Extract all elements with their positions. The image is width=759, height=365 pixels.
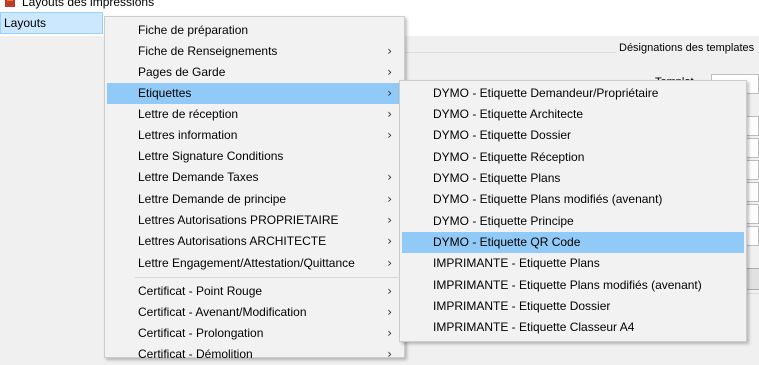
menu-item-label: IMPRIMANTE - Etiquette Classeur A4: [433, 320, 635, 334]
menu-item-label: IMPRIMANTE - Etiquette Plans: [433, 256, 600, 270]
menu-item-lettre-reception[interactable]: Lettre de réception ›: [107, 104, 402, 125]
chevron-right-icon: ›: [387, 86, 392, 100]
chevron-right-icon: ›: [387, 44, 392, 58]
menu-item-label: Lettre de réception: [138, 107, 239, 121]
menu-item-label: Lettres information: [138, 128, 238, 142]
submenu-item-dymo-reception[interactable]: DYMO - Etiquette Réception: [402, 147, 744, 168]
menu-item-label: Certificat - Prolongation: [138, 326, 264, 340]
menu-item-label: Etiquettes: [138, 86, 192, 100]
menu-item-certificat-avenant[interactable]: Certificat - Avenant/Modification ›: [107, 302, 402, 323]
chevron-right-icon: ›: [387, 107, 392, 121]
menu-item-certificat-prolongation[interactable]: Certificat - Prolongation ›: [107, 323, 402, 344]
submenu-item-imprimante-classeur-a4[interactable]: IMPRIMANTE - Etiquette Classeur A4: [402, 317, 744, 338]
etiquettes-submenu: DYMO - Etiquette Demandeur/Propriétaire …: [399, 80, 747, 342]
menu-layouts-francais[interactable]: Layouts (Français): [0, 12, 103, 50]
menu-item-label: Lettre Demande Taxes: [138, 170, 259, 184]
menu-item-label: DYMO - Etiquette Dossier: [433, 128, 572, 142]
menu-item-lettres-information[interactable]: Lettres information ›: [107, 125, 402, 146]
menu-item-label: DYMO - Etiquette Demandeur/Propriétaire: [433, 86, 659, 100]
menu-item-autorisations-proprietaire[interactable]: Lettres Autorisations PROPRIETAIRE ›: [107, 210, 402, 231]
menu-item-label: Lettres Autorisations ARCHITECTE: [138, 234, 327, 248]
chevron-right-icon: ›: [387, 192, 392, 206]
menu-item-lettre-signature-conditions[interactable]: Lettre Signature Conditions: [107, 146, 402, 167]
menu-item-label: DYMO - Etiquette Principe: [433, 214, 574, 228]
menu-item-label: DYMO - Etiquette Réception: [433, 150, 585, 164]
chevron-right-icon: ›: [387, 170, 392, 184]
menu-item-lettre-demande-principe[interactable]: Lettre Demande de principe ›: [107, 189, 402, 210]
menu-item-certificat-demolition[interactable]: Certificat - Démolition ›: [107, 344, 402, 365]
menu-item-label: Certificat - Point Rouge: [138, 284, 263, 298]
submenu-item-dymo-qr-code[interactable]: DYMO - Etiquette QR Code: [402, 232, 744, 253]
submenu-item-dymo-architecte[interactable]: DYMO - Etiquette Architecte: [402, 104, 744, 125]
menu-item-label: Lettres Autorisations PROPRIETAIRE: [138, 213, 339, 227]
menu-item-etiquettes[interactable]: Etiquettes ›: [107, 83, 402, 104]
menu-item-label: Fiche de Renseignements: [138, 44, 278, 58]
submenu-item-dymo-demandeur[interactable]: DYMO - Etiquette Demandeur/Propriétaire: [402, 83, 744, 104]
templates-group-title: Désignations des templates: [616, 42, 758, 54]
menu-separator: [135, 277, 398, 278]
submenu-item-dymo-principe[interactable]: DYMO - Etiquette Principe: [402, 211, 744, 232]
menu-item-label: Certificat - Avenant/Modification: [138, 305, 307, 319]
submenu-item-imprimante-plans-modifies[interactable]: IMPRIMANTE - Etiquette Plans modifiés (a…: [402, 275, 744, 296]
menu-item-label: IMPRIMANTE - Etiquette Dossier: [433, 299, 611, 313]
menu-item-label: Fiche de préparation: [138, 23, 249, 37]
menu-item-label: IMPRIMANTE - Etiquette Plans modifiés (a…: [433, 278, 702, 292]
chevron-right-icon: ›: [387, 347, 392, 361]
menu-item-label: DYMO - Etiquette Plans modifiés (avenant…: [433, 192, 663, 206]
menu-item-fiche-renseignements[interactable]: Fiche de Renseignements ›: [107, 41, 402, 62]
menu-item-lettre-engagement[interactable]: Lettre Engagement/Attestation/Quittance …: [107, 253, 402, 274]
chevron-right-icon: ›: [387, 213, 392, 227]
submenu-item-dymo-plans[interactable]: DYMO - Etiquette Plans: [402, 168, 744, 189]
menu-item-label: DYMO - Etiquette QR Code: [433, 235, 581, 249]
menu-item-fiche-preparation[interactable]: Fiche de préparation: [107, 20, 402, 41]
submenu-item-imprimante-dossier[interactable]: IMPRIMANTE - Etiquette Dossier: [402, 296, 744, 317]
submenu-item-dymo-dossier[interactable]: DYMO - Etiquette Dossier: [402, 125, 744, 146]
menu-item-autorisations-architecte[interactable]: Lettres Autorisations ARCHITECTE ›: [107, 231, 402, 252]
submenu-item-dymo-plans-modifies[interactable]: DYMO - Etiquette Plans modifiés (avenant…: [402, 189, 744, 210]
chevron-right-icon: ›: [387, 284, 392, 298]
chevron-right-icon: ›: [387, 65, 392, 79]
menu-item-label: Certificat - Démolition: [138, 347, 253, 361]
chevron-right-icon: ›: [387, 326, 392, 340]
chevron-right-icon: ›: [387, 305, 392, 319]
menu-item-pages-garde[interactable]: Pages de Garde ›: [107, 62, 402, 83]
submenu-item-imprimante-plans[interactable]: IMPRIMANTE - Etiquette Plans: [402, 253, 744, 274]
menu-item-certificat-point-rouge[interactable]: Certificat - Point Rouge ›: [107, 281, 402, 302]
menu-item-label: Lettre Demande de principe: [138, 192, 287, 206]
menu-item-lettre-demande-taxes[interactable]: Lettre Demande Taxes ›: [107, 167, 402, 188]
title-bar: Layouts des impressions: [0, 0, 759, 12]
menu-item-label: Lettre Engagement/Attestation/Quittance: [138, 256, 355, 270]
menu-item-label: Lettre Signature Conditions: [138, 149, 284, 163]
menu-item-label: DYMO - Etiquette Architecte: [433, 107, 584, 121]
chevron-right-icon: ›: [387, 256, 392, 270]
chevron-right-icon: ›: [387, 128, 392, 142]
menu-item-label: DYMO - Etiquette Plans: [433, 171, 561, 185]
layouts-dropdown-menu: Fiche de préparation Fiche de Renseignem…: [104, 16, 405, 361]
app-icon: [5, 0, 15, 7]
window-title: Layouts des impressions: [22, 0, 155, 9]
menu-item-label: Pages de Garde: [138, 65, 226, 79]
chevron-right-icon: ›: [387, 234, 392, 248]
